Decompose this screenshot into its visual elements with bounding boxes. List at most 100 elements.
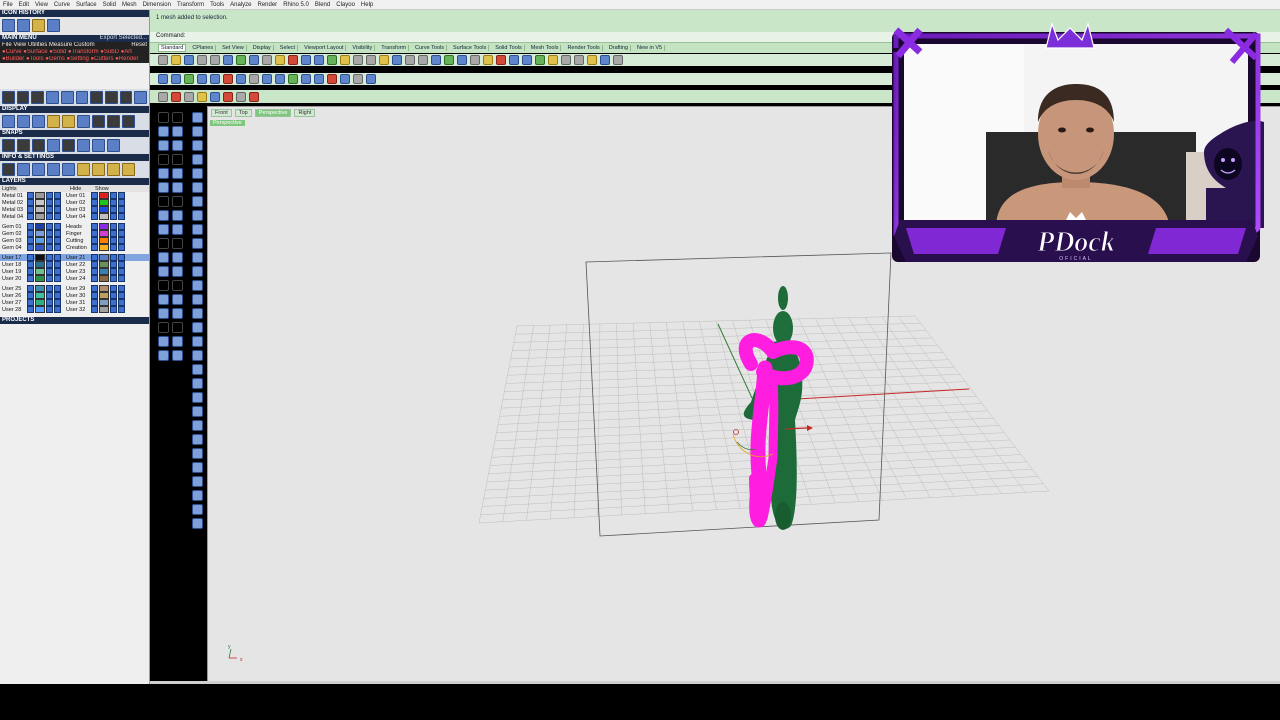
sidebar-tool-icon[interactable] (158, 266, 169, 277)
toolbar-icon[interactable] (184, 74, 194, 84)
layer-lock-icon[interactable] (46, 244, 53, 251)
layer-color-swatch[interactable] (35, 261, 45, 268)
layer-color-swatch[interactable] (99, 244, 109, 251)
layer-color-swatch[interactable] (99, 223, 109, 230)
layer-color-swatch[interactable] (35, 292, 45, 299)
layer-lock-icon[interactable] (118, 254, 125, 261)
layer-color-swatch[interactable] (99, 306, 109, 313)
layer-visibility-icon[interactable] (91, 285, 98, 292)
layer-visibility-icon[interactable] (27, 268, 34, 275)
show-label[interactable]: Show (95, 186, 109, 192)
layer-lock-icon[interactable] (110, 199, 117, 206)
menu-item[interactable]: Solid (103, 2, 116, 8)
layer-visibility-icon[interactable] (27, 213, 34, 220)
layer-row[interactable]: Gem 01 Heads (0, 223, 149, 230)
layer-visibility-icon[interactable] (91, 199, 98, 206)
layer-visibility-icon[interactable] (91, 206, 98, 213)
layer-color-swatch[interactable] (35, 285, 45, 292)
layer-color-swatch[interactable] (99, 275, 109, 282)
sidebar-tool-icon[interactable] (192, 168, 203, 179)
layer-lock-icon[interactable] (118, 230, 125, 237)
toolbar-tab[interactable]: Curve Tools (413, 45, 447, 51)
sidebar-tool-icon[interactable] (192, 112, 203, 123)
layer-lock-icon[interactable] (54, 230, 61, 237)
sidebar-tool-icon[interactable] (192, 350, 203, 361)
toolbar-icon[interactable] (353, 74, 363, 84)
toolbar-icon[interactable] (197, 74, 207, 84)
toolbar-icon[interactable] (366, 74, 376, 84)
display-mode-icon[interactable] (107, 115, 120, 128)
setting-icon[interactable] (62, 163, 75, 176)
toolbar-icon[interactable] (340, 74, 350, 84)
sidebar-tool-icon[interactable] (158, 182, 169, 193)
layer-lock-icon[interactable] (118, 299, 125, 306)
toolbar-icon[interactable] (171, 91, 181, 102)
sidebar-tool-icon[interactable] (158, 210, 169, 221)
sidebar-tool-icon[interactable] (172, 154, 183, 165)
layer-visibility-icon[interactable] (91, 292, 98, 299)
sidebar-tool-icon[interactable] (158, 336, 169, 347)
sidebar-tool-icon[interactable] (158, 252, 169, 263)
layer-lock-icon[interactable] (118, 292, 125, 299)
snap-icon[interactable] (47, 139, 60, 152)
toolbar-icon[interactable] (509, 55, 519, 65)
toolbar-tab[interactable]: Drafting (607, 45, 632, 51)
layer-visibility-icon[interactable] (27, 237, 34, 244)
tool-icon[interactable] (60, 91, 74, 104)
toolbar-icon[interactable] (431, 55, 441, 65)
toolbar-icon[interactable] (223, 91, 233, 102)
toolbar-icon[interactable] (236, 91, 246, 102)
tool-icon[interactable] (119, 91, 133, 104)
layer-visibility-icon[interactable] (27, 230, 34, 237)
main-menu-items[interactable]: File View Utilities Measure Custom (2, 42, 95, 49)
layer-color-swatch[interactable] (99, 292, 109, 299)
sidebar-tool-icon[interactable] (172, 322, 183, 333)
menu-item[interactable]: Transform (177, 2, 204, 8)
sidebar-tool-icon[interactable] (192, 420, 203, 431)
sidebar-tool-icon[interactable] (158, 224, 169, 235)
layer-visibility-icon[interactable] (27, 192, 34, 199)
layer-visibility-icon[interactable] (91, 306, 98, 313)
snap-icon[interactable] (62, 139, 75, 152)
sidebar-tool-icon[interactable] (192, 126, 203, 137)
sidebar-tool-icon[interactable] (192, 224, 203, 235)
toolbar-icon[interactable] (197, 55, 207, 65)
sidebar-tool-icon[interactable] (172, 182, 183, 193)
layer-lock-icon[interactable] (46, 275, 53, 282)
layer-color-swatch[interactable] (99, 261, 109, 268)
toolbar-tab[interactable]: Standard (158, 44, 187, 52)
layer-lock-icon[interactable] (46, 199, 53, 206)
sidebar-tool-icon[interactable] (158, 280, 169, 291)
layer-color-swatch[interactable] (35, 223, 45, 230)
sidebar-tool-icon[interactable] (172, 350, 183, 361)
toolbar-icon[interactable] (288, 74, 298, 84)
layer-lock-icon[interactable] (110, 285, 117, 292)
menu-item[interactable]: Help (361, 2, 373, 8)
toolbar-icon[interactable] (496, 55, 506, 65)
snap-icon[interactable] (107, 139, 120, 152)
layer-lock-icon[interactable] (118, 268, 125, 275)
sidebar-tool-icon[interactable] (172, 280, 183, 291)
sidebar-tool-icon[interactable] (158, 126, 169, 137)
toolbar-icon[interactable] (158, 55, 168, 65)
sidebar-tool-icon[interactable] (192, 154, 203, 165)
sidebar-tool-icon[interactable] (172, 140, 183, 151)
export-selected-button[interactable]: Export Selected... (100, 35, 147, 42)
layer-row[interactable]: User 28 User 32 (0, 306, 149, 313)
layer-lock-icon[interactable] (110, 254, 117, 261)
layer-row[interactable]: User 17 User 21 (0, 254, 149, 261)
main-menu-row-2[interactable]: ●Curve ●Surface ●Solid ●Transform ●SubD … (0, 49, 149, 56)
layer-row[interactable]: Metal 04 User 04 (0, 213, 149, 220)
toolbar-icon[interactable] (301, 55, 311, 65)
tool-icon[interactable] (2, 91, 15, 104)
layer-visibility-icon[interactable] (27, 223, 34, 230)
sidebar-tool-icon[interactable] (172, 308, 183, 319)
layer-visibility-icon[interactable] (91, 237, 98, 244)
toolbar-icon[interactable] (444, 55, 454, 65)
sidebar-tool-icon[interactable] (192, 504, 203, 515)
layer-lock-icon[interactable] (54, 285, 61, 292)
layer-color-swatch[interactable] (35, 306, 45, 313)
toolbar-icon[interactable] (210, 55, 220, 65)
display-mode-icon[interactable] (2, 115, 15, 128)
layer-lock-icon[interactable] (110, 292, 117, 299)
